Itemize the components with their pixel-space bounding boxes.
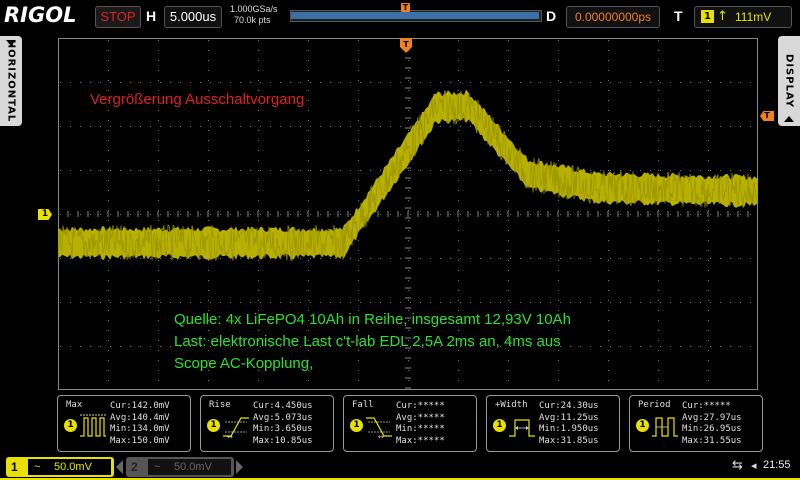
max-icon — [80, 414, 106, 437]
measurement-avg: Avg:11.25us — [539, 412, 599, 423]
usb-icon: ⇆ — [732, 458, 743, 473]
measurement-channel-badge: 1 — [636, 419, 649, 432]
measurement-min: Min:26.95us — [682, 424, 742, 434]
measurement-max: Max:***** — [396, 435, 445, 446]
period-icon — [652, 417, 678, 437]
measurement-title: Fall — [352, 400, 374, 410]
measurement-channel-badge: 1 — [64, 419, 77, 432]
trigger-label: T — [674, 8, 683, 24]
measurement-title: Period — [638, 400, 671, 410]
delay-label: D — [546, 8, 557, 24]
measurement-channel-badge: 1 — [493, 419, 506, 432]
ch1-settings-tab[interactable]: 1 ~ 50.0mV — [6, 457, 114, 477]
ch2-number: 2 — [131, 460, 138, 474]
annotation-title: Vergrößerung Ausschaltvorgang — [90, 91, 305, 108]
measurement-avg: Avg:140.4mV — [110, 412, 170, 423]
trigger-position-marker[interactable]: T — [400, 38, 412, 54]
brand-logo: RIGOL — [4, 3, 77, 27]
measurement-max[interactable]: Max 1 Cur:142.0mV Avg:140.4mV Min:134.0m… — [57, 395, 191, 452]
timebase-value[interactable]: 5.000us — [164, 6, 222, 28]
display-menu-tab[interactable]: DISPLAY — [778, 36, 800, 126]
channel-left-arrow-icon[interactable] — [116, 460, 123, 474]
rise-icon: ↔ — [223, 417, 249, 440]
measurement-title: +Width — [495, 400, 528, 410]
annotation-line-source: Quelle: 4x LiFePO4 10Ah in Reihe, insges… — [174, 311, 571, 328]
system-clock: 21:55 — [763, 459, 791, 471]
rising-edge-icon: ↑ — [717, 9, 728, 24]
measurement-min: Min:3.650us — [253, 424, 313, 434]
horizontal-label: H — [146, 8, 157, 24]
measurement-avg: Avg:5.073us — [253, 412, 313, 423]
measurement-cur: Cur:***** — [396, 401, 445, 411]
ch2-settings-tab[interactable]: 2 ~ 50.0mV — [126, 457, 234, 477]
trigger-level-value: 111mV — [735, 10, 772, 24]
measurement-avg: Avg:***** — [396, 412, 445, 423]
measurement-max: Max:150.0mV — [110, 435, 170, 446]
measurement-rise[interactable]: Rise 1 ↔ Cur:4.450us Avg:5.073us Min:3.6… — [200, 395, 334, 452]
trigger-settings[interactable]: 1 ↑ 111mV — [694, 6, 792, 28]
pos-width-icon — [509, 419, 535, 437]
fall-icon: ↔ — [366, 417, 392, 440]
measurement-min: Min:***** — [396, 424, 445, 434]
measurement-channel-badge: 1 — [207, 419, 220, 432]
measurement-max: Max:31.85us — [539, 435, 599, 446]
memory-depth: 70.0k pts — [234, 15, 271, 25]
measurement-max: Max:31.55us — [682, 435, 742, 446]
measurement-min: Min:1.950us — [539, 424, 599, 434]
measurement-fall[interactable]: Fall 1 ↔ Cur:***** Avg:***** Min:***** M… — [343, 395, 477, 452]
svg-text:↔: ↔ — [227, 433, 233, 440]
svg-text:↔: ↔ — [378, 433, 384, 440]
annotation-line-load: Last: elektronische Last c't-lab EDL 2,5… — [174, 333, 561, 350]
memory-window — [291, 12, 539, 19]
measurement-min: Min:134.0mV — [110, 424, 170, 434]
ch1-offset-marker[interactable]: 1 — [38, 209, 52, 220]
run-stop-status[interactable]: STOP — [95, 6, 141, 28]
measurement-max: Max:10.85us — [253, 435, 313, 446]
memory-overview-strip — [290, 10, 542, 22]
measurement-cur: Cur:4.450us — [253, 401, 313, 411]
chevron-up-icon — [784, 116, 794, 122]
horizontal-menu-tab[interactable]: HORIZONTAL — [0, 36, 22, 126]
measurement-title: Max — [66, 400, 83, 410]
ac-coupling-icon: ~ — [34, 461, 41, 473]
sample-rate: 1.000GSa/s — [230, 4, 278, 14]
ac-coupling-icon: ~ — [154, 461, 161, 473]
annotation-line-coupling: Scope AC-Kopplung, — [174, 355, 314, 372]
delay-value[interactable]: 0.00000000ps — [566, 6, 660, 28]
measurement-title: Rise — [209, 400, 231, 410]
trigger-channel-badge: 1 — [701, 10, 714, 23]
ch1-info: ~ 50.0mV — [28, 459, 111, 475]
measurement-channel-badge: 1 — [350, 419, 363, 432]
measurement-avg: Avg:27.97us — [682, 412, 742, 423]
measurement-cur: Cur:***** — [682, 401, 731, 411]
ch2-info: ~ 50.0mV — [148, 459, 231, 475]
trigger-level-marker[interactable]: T — [760, 111, 774, 121]
trigger-position-label: T — [403, 40, 409, 49]
horizontal-tab-label: HORIZONTAL — [5, 39, 17, 123]
ch1-number: 1 — [11, 460, 18, 474]
measurement-cur: Cur:142.0mV — [110, 401, 170, 411]
ch2-scale: 50.0mV — [174, 461, 212, 473]
measurement-pos-width[interactable]: +Width 1 Cur:24.30us Avg:11.25us Min:1.9… — [486, 395, 620, 452]
channel-right-arrow-icon[interactable] — [236, 460, 243, 474]
ch1-scale: 50.0mV — [54, 461, 92, 473]
speaker-icon: ◂ — [751, 459, 757, 472]
memory-trigger-icon: T — [401, 3, 410, 12]
display-tab-label: DISPLAY — [783, 54, 795, 108]
measurement-period[interactable]: Period 1 Cur:***** Avg:27.97us Min:26.95… — [629, 395, 763, 452]
measurement-cur: Cur:24.30us — [539, 401, 599, 411]
